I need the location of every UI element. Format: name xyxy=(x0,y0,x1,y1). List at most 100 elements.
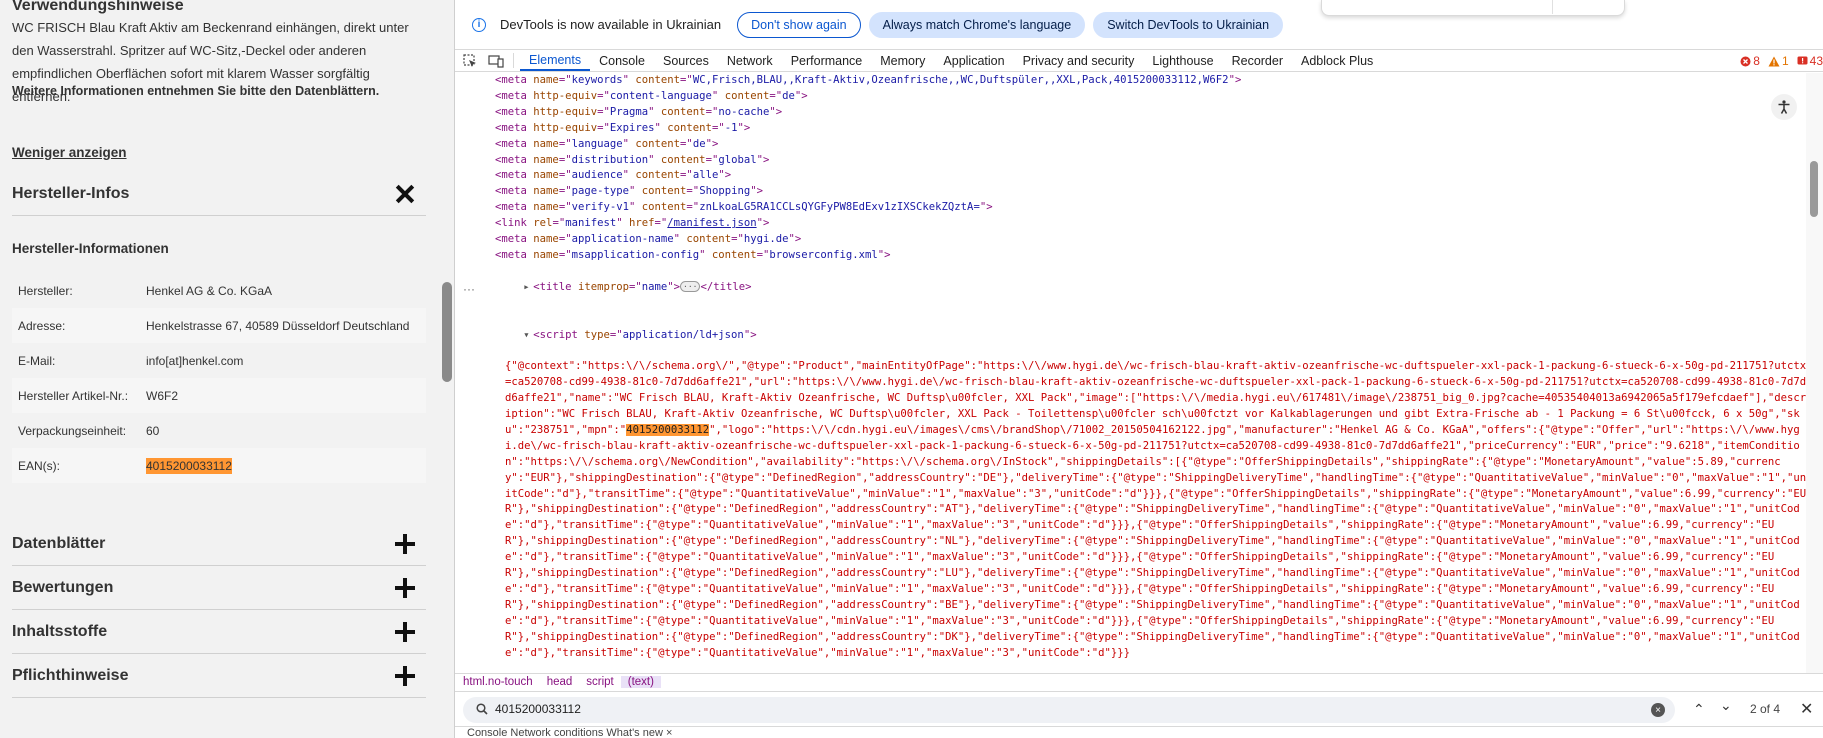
switch-language-button[interactable]: Switch DevTools to Ukrainian xyxy=(1093,11,1284,38)
elements-dom-tree: <meta name="keywords" content="WC,Frisch… xyxy=(455,73,1807,673)
accordion-2[interactable]: Inhaltsstoffe xyxy=(12,610,426,654)
table-row: E-Mail: info[at]henkel.com xyxy=(12,343,426,378)
previous-match-icon[interactable]: ⌃ xyxy=(1693,701,1705,718)
expand-triangle-icon[interactable]: ▸ xyxy=(523,280,533,296)
accordion-1[interactable]: Bewertungen xyxy=(12,566,426,610)
attr-value: hygi.de xyxy=(743,233,789,246)
dom-line[interactable]: <meta name="distribution" content="globa… xyxy=(455,153,1807,169)
clear-search-icon[interactable]: × xyxy=(1651,703,1665,717)
attr-name: content xyxy=(641,185,687,198)
breadcrumb-item[interactable]: html.no-touch xyxy=(455,676,540,688)
match-language-button[interactable]: Always match Chrome's language xyxy=(868,11,1086,38)
attr-name: content xyxy=(635,74,681,86)
dont-show-again-button[interactable]: Don't show again xyxy=(737,11,861,38)
tab-adblock-plus[interactable]: Adblock Plus xyxy=(1292,50,1382,71)
tag-name: meta xyxy=(501,105,527,118)
breadcrumb-item[interactable]: script xyxy=(579,676,620,688)
manufacturer-accordion[interactable]: Hersteller-Infos xyxy=(12,172,426,216)
dom-line[interactable]: <meta http-equiv="Pragma" content="no-ca… xyxy=(455,105,1807,121)
accordion-3[interactable]: Pflichthinweise xyxy=(12,654,426,698)
tab-lighthouse[interactable]: Lighthouse xyxy=(1143,50,1222,71)
dom-scrollbar[interactable] xyxy=(1806,73,1823,673)
page-scrollbar-thumb[interactable] xyxy=(442,282,452,382)
plus-icon[interactable] xyxy=(394,665,416,687)
attr-value: de xyxy=(782,89,795,102)
dom-line[interactable]: <meta http-equiv="content-language" cont… xyxy=(455,89,1807,105)
accordion-0[interactable]: Datenblätter xyxy=(12,522,426,566)
attr-name: content xyxy=(635,137,681,150)
dom-line[interactable]: <meta http-equiv="Expires" content="-1"> xyxy=(455,121,1807,137)
dom-line[interactable]: <meta name="page-type" content="Shopping… xyxy=(455,184,1807,200)
page-scrollbar[interactable] xyxy=(440,0,454,738)
tag-name: meta xyxy=(501,153,527,166)
title-close-tag: title xyxy=(713,280,746,293)
breadcrumb-item[interactable]: (text) xyxy=(620,676,661,688)
breadcrumb-item[interactable]: head xyxy=(540,676,580,688)
attr-name: content xyxy=(635,169,681,182)
dom-line[interactable]: <meta name="msapplication-config" conten… xyxy=(455,248,1807,264)
close-find-icon[interactable]: ✕ xyxy=(1800,699,1813,719)
tab-recorder[interactable]: Recorder xyxy=(1223,50,1292,71)
plus-icon[interactable] xyxy=(394,533,416,555)
accessibility-tree-button[interactable] xyxy=(1771,94,1797,120)
table-row-key: Adresse: xyxy=(18,318,66,333)
product-page: Verwendungshinweise WC FRISCH Blau Kraft… xyxy=(0,0,440,738)
next-match-icon[interactable]: ⌄ xyxy=(1720,697,1732,714)
dom-line[interactable]: <meta name="language" content="de"> xyxy=(455,137,1807,153)
table-row: Hersteller Artikel-Nr.: W6F2 xyxy=(12,378,426,413)
title-attr-value: name xyxy=(641,280,668,293)
collapse-triangle-icon[interactable]: ▾ xyxy=(523,328,533,344)
tab-privacy-and-security[interactable]: Privacy and security xyxy=(1014,50,1144,71)
dom-line[interactable]: <meta name="keywords" content="WC,Frisch… xyxy=(455,73,1807,89)
plus-icon[interactable] xyxy=(394,621,416,643)
close-icon[interactable] xyxy=(394,183,416,205)
collapsed-content-icon[interactable]: ··· xyxy=(680,281,701,293)
tab-application[interactable]: Application xyxy=(934,50,1013,71)
attr-name: name xyxy=(533,201,559,214)
more-options-icon[interactable]: ··· xyxy=(463,282,475,296)
table-row-value: info[at]henkel.com xyxy=(146,353,244,368)
issue-counters[interactable]: 8 1 43 xyxy=(1740,50,1823,72)
inspect-element-icon[interactable] xyxy=(459,50,481,71)
dom-scrollbar-thumb[interactable] xyxy=(1810,161,1818,217)
dom-breadcrumbs: html.no-touch head script (text) xyxy=(455,673,1823,690)
manufacturer-accordion-title: Hersteller-Infos xyxy=(12,184,130,202)
usage-heading: Verwendungshinweise xyxy=(12,0,184,14)
tab-network[interactable]: Network xyxy=(718,50,782,71)
attr-eq: =" xyxy=(558,201,572,214)
title-attr-name: itemprop xyxy=(577,280,629,293)
attr-name: name xyxy=(533,185,559,198)
attr-value: browserconfig.xml xyxy=(769,248,878,261)
table-row-key: Verpackungseinheit: xyxy=(18,423,127,438)
dom-line[interactable]: <meta name="application-name" content="h… xyxy=(455,232,1807,248)
issues-count[interactable]: 43 xyxy=(1797,54,1823,68)
dom-line[interactable]: <link rel="manifest" href="/manifest.jso… xyxy=(455,216,1807,232)
find-input[interactable]: 4015200033112 × xyxy=(463,697,1675,723)
device-toolbar-icon[interactable] xyxy=(485,50,507,71)
dom-script-line[interactable]: ▾ <script type="application/ld+json"> xyxy=(455,312,1807,360)
attr-eq: =" xyxy=(680,74,693,86)
table-row-key: Hersteller: xyxy=(18,283,73,298)
accordion-title: Pflichthinweise xyxy=(12,666,129,684)
tab-performance[interactable]: Performance xyxy=(782,50,872,71)
script-json-text[interactable]: {"@context":"https:\/\/schema.org\/","@t… xyxy=(455,359,1807,661)
show-less-link[interactable]: Weniger anzeigen xyxy=(12,141,426,164)
tabbar-separator xyxy=(513,53,514,68)
tab-elements[interactable]: Elements xyxy=(520,50,591,71)
tab-sources[interactable]: Sources xyxy=(654,50,718,71)
script-tag: script xyxy=(539,328,578,341)
tab-memory[interactable]: Memory xyxy=(871,50,934,71)
attr-name: content xyxy=(641,201,687,214)
tab-console[interactable]: Console xyxy=(590,50,654,71)
dom-line[interactable]: <meta name="verify-v1" content="znLkoaLG… xyxy=(455,200,1807,216)
attr-value: Pragma xyxy=(609,105,649,118)
attr-eq: =" xyxy=(769,89,783,102)
error-count[interactable]: 8 xyxy=(1740,54,1760,68)
dom-title-line[interactable]: ▸ <title itemprop="name"> ··· </title> xyxy=(455,264,1807,312)
warning-count[interactable]: 1 xyxy=(1768,54,1789,68)
plus-icon[interactable] xyxy=(394,577,416,599)
attr-eq: =" xyxy=(731,233,744,246)
attr-eq: =" xyxy=(680,137,693,150)
tag-close: > xyxy=(884,248,891,261)
dom-line[interactable]: <meta name="audience" content="alle"> xyxy=(455,168,1807,184)
